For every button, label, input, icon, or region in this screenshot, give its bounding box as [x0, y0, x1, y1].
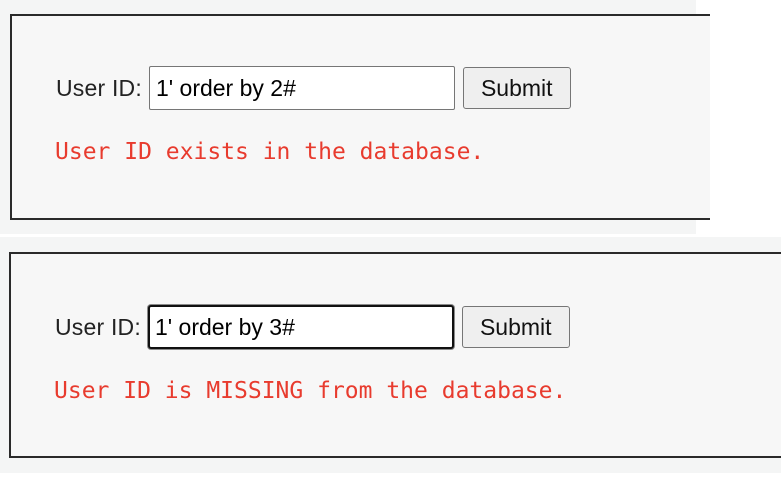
screenshot-bottom: User ID: Submit User ID is MISSING from …	[0, 237, 781, 473]
user-id-label: User ID:	[55, 313, 141, 340]
user-id-form: User ID: Submit	[56, 66, 571, 110]
user-id-input[interactable]	[148, 66, 455, 110]
user-id-form-panel: User ID: Submit User ID is MISSING from …	[9, 252, 781, 458]
result-message: User ID is MISSING from the database.	[54, 378, 567, 404]
user-id-input[interactable]	[147, 305, 454, 349]
screenshot-top: User ID: Submit User ID exists in the da…	[0, 0, 710, 234]
submit-button[interactable]: Submit	[461, 306, 570, 348]
user-id-form: User ID: Submit	[55, 305, 570, 349]
result-message: User ID exists in the database.	[55, 139, 485, 165]
submit-button[interactable]: Submit	[462, 67, 571, 109]
user-id-form-panel: User ID: Submit User ID exists in the da…	[10, 14, 710, 220]
user-id-label: User ID:	[56, 74, 142, 101]
